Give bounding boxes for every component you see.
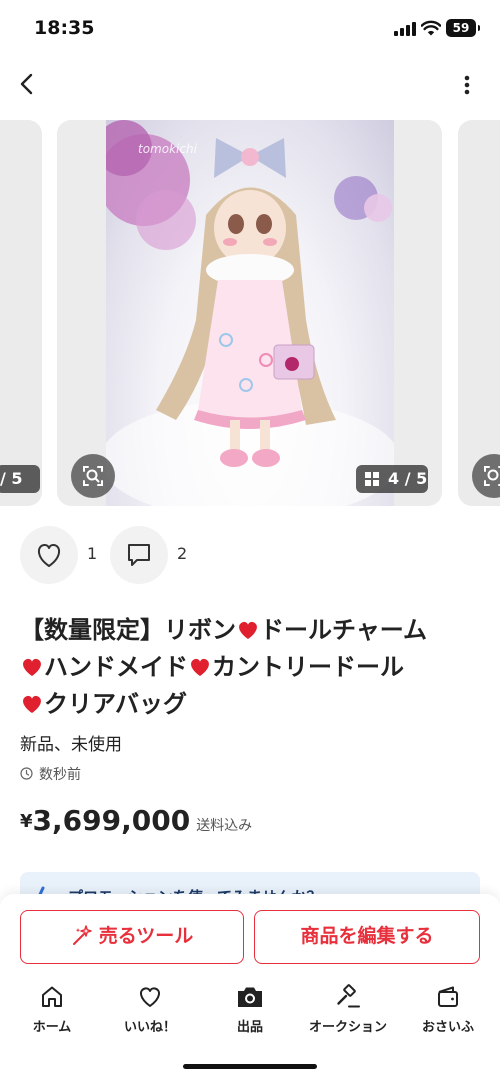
tab-wallet[interactable]: おさいふ <box>400 984 496 1044</box>
grid-icon <box>365 472 380 487</box>
heart-emoji-icon <box>23 695 41 713</box>
doll-illustration <box>106 120 394 506</box>
gavel-icon <box>337 984 360 1008</box>
sell-tool-label: 売るツール <box>98 925 194 947</box>
image-pager[interactable]: 4 / 5 <box>356 465 428 493</box>
image-pager-text: 4 / 5 <box>388 469 428 488</box>
cellular-signal-icon <box>394 22 416 36</box>
posted-time: 数秒前 <box>20 764 81 784</box>
tab-home-label: ホーム <box>32 1020 72 1035</box>
shipping-label: 送料込み <box>196 818 253 834</box>
price-currency: ¥ <box>20 811 33 832</box>
likes-count: 1 <box>87 544 98 563</box>
posted-time-text: 数秒前 <box>39 767 81 783</box>
comments-count: 2 <box>177 544 188 563</box>
status-time: 18:35 <box>34 17 95 39</box>
clock-icon <box>20 767 33 780</box>
comment-button[interactable] <box>110 526 168 584</box>
zoom-search-icon <box>484 466 500 486</box>
tab-auction[interactable]: オークション <box>300 984 396 1044</box>
home-indicator <box>183 1064 317 1069</box>
bottom-action-area: 売るツール 商品を編集する ホーム いいね！ 出品 オークション おさいふ <box>0 894 500 1080</box>
heart-emoji-icon <box>239 621 257 639</box>
sell-tool-button[interactable]: 売るツール <box>20 910 244 964</box>
photo-watermark: tomokichi <box>138 142 197 156</box>
previous-image-slide[interactable]: / 5 <box>0 120 42 506</box>
product-photo[interactable]: tomokichi <box>106 120 394 506</box>
home-icon <box>42 986 62 1007</box>
price-row: ¥3,699,000 送料込み <box>20 804 252 837</box>
heart-emoji-icon <box>191 658 209 676</box>
tab-auction-label: オークション <box>308 1020 387 1035</box>
image-carousel[interactable]: / 5 tomokichi 4 / 5 <box>0 120 500 508</box>
item-title: 【数量限定】リボン ドールチャームハンドメイド カントリードール クリアバッグ <box>20 612 480 723</box>
battery-indicator: 59 <box>446 19 480 37</box>
heart-outline-icon <box>38 543 60 567</box>
zoom-button[interactable] <box>71 454 115 498</box>
status-bar: 18:35 59 <box>0 0 500 56</box>
heart-icon <box>140 987 160 1007</box>
tab-listing[interactable]: 出品 <box>202 984 298 1044</box>
item-condition: 新品、未使用 <box>20 735 122 755</box>
tab-likes[interactable]: いいね！ <box>102 984 198 1044</box>
title-part: 【数量限定】リボン <box>20 616 236 644</box>
next-zoom-button[interactable] <box>472 454 500 498</box>
wifi-icon <box>421 20 441 36</box>
tab-likes-label: いいね！ <box>123 1020 176 1035</box>
comment-icon <box>128 544 150 566</box>
tab-listing-label: 出品 <box>236 1020 263 1035</box>
wallet-icon <box>438 986 458 1007</box>
camera-icon <box>238 987 262 1007</box>
heart-emoji-icon <box>23 658 41 676</box>
like-button[interactable] <box>20 526 78 584</box>
more-options-icon[interactable] <box>454 70 480 100</box>
title-part: ハンドメイド <box>44 653 188 681</box>
tab-home[interactable]: ホーム <box>4 984 100 1044</box>
title-part: クリアバッグ <box>44 690 188 718</box>
edit-item-button[interactable]: 商品を編集する <box>254 910 480 964</box>
price-value: 3,699,000 <box>32 804 191 837</box>
back-arrow-icon[interactable] <box>12 68 44 100</box>
zoom-search-icon <box>83 466 103 486</box>
sparkle-wand-icon <box>72 925 92 945</box>
tab-wallet-label: おさいふ <box>421 1020 474 1035</box>
current-image-slide[interactable]: tomokichi 4 / 5 <box>57 120 442 506</box>
previous-image-pager: / 5 <box>0 465 40 493</box>
title-part: ドールチャーム <box>260 616 428 644</box>
next-image-slide[interactable] <box>458 120 500 506</box>
title-part: カントリードール <box>212 653 404 681</box>
